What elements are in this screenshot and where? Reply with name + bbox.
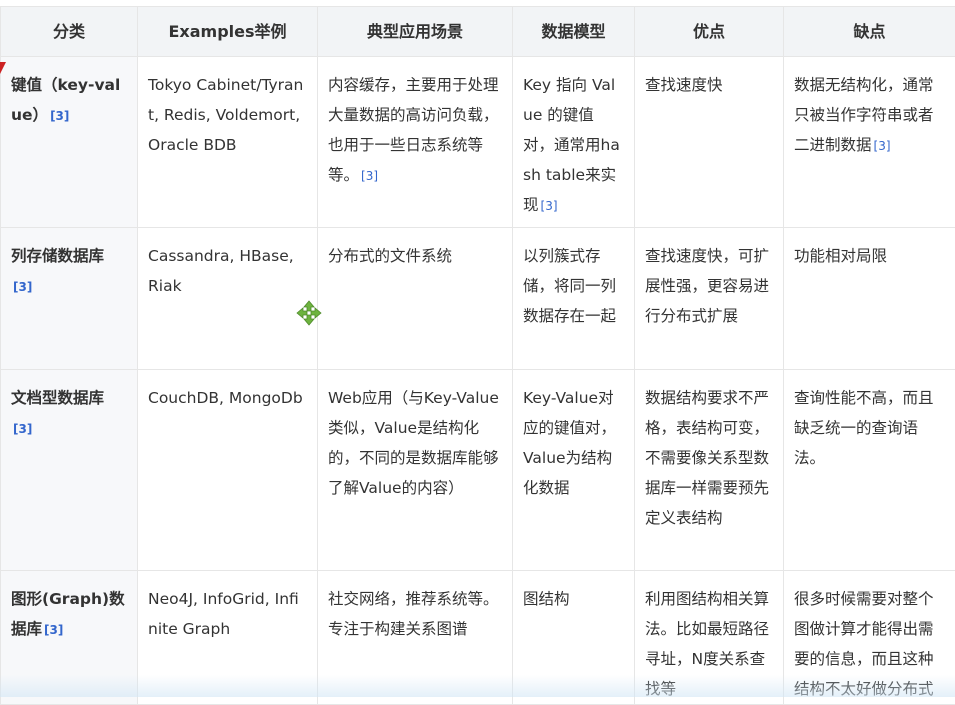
reference-link[interactable]: [3] — [50, 109, 69, 123]
scenario-cell: 内容缓存，主要用于处理大量数据的高访问负载，也用于一些日志系统等等。[3] — [318, 57, 513, 228]
cursor-arrow-icon — [0, 62, 6, 74]
reference-link[interactable]: [3] — [541, 199, 558, 213]
header-cons: 缺点 — [784, 7, 955, 57]
pros-cell: 查找速度快 — [635, 57, 784, 228]
table-row: 列存储数据库 [3] Cassandra, HBase, Riak 分布式的文件系… — [1, 228, 955, 370]
table-row: 键值（key-value）[3] Tokyo Cabinet/Tyrant, R… — [1, 57, 955, 228]
examples-cell: CouchDB, MongoDb — [138, 370, 318, 571]
header-pros: 优点 — [635, 7, 784, 57]
category-text: 文档型数据库 — [11, 389, 104, 407]
data-model-cell: Key 指向 Value 的键值对，通常用hash table来实现[3] — [513, 57, 635, 228]
cons-cell: 查询性能不高，而且缺乏统一的查询语法。 — [784, 370, 955, 571]
category-cell: 键值（key-value）[3] — [1, 57, 138, 228]
table-header-row: 分类 Examples举例 典型应用场景 数据模型 优点 缺点 — [1, 7, 955, 57]
examples-cell: Tokyo Cabinet/Tyrant, Redis, Voldemort, … — [138, 57, 318, 228]
cons-cell: 数据无结构化，通常只被当作字符串或者二进制数据[3] — [784, 57, 955, 228]
cons-cell: 功能相对局限 — [784, 228, 955, 370]
pros-cell: 查找速度快，可扩展性强，更容易进行分布式扩展 — [635, 228, 784, 370]
bottom-fade — [0, 675, 955, 697]
cons-text: 数据无结构化，通常只被当作字符串或者二进制数据 — [794, 76, 934, 154]
data-model-cell: 以列簇式存储，将同一列数据存在一起 — [513, 228, 635, 370]
move-cursor-icon — [296, 300, 322, 326]
scenario-cell: Web应用（与Key-Value类似，Value是结构化的，不同的是数据库能够了… — [318, 370, 513, 571]
reference-link[interactable]: [3] — [13, 280, 32, 294]
scenario-text: 内容缓存，主要用于处理大量数据的高访问负载，也用于一些日志系统等等。 — [328, 76, 499, 184]
header-scenario: 典型应用场景 — [318, 7, 513, 57]
category-cell: 文档型数据库 [3] — [1, 370, 138, 571]
header-category: 分类 — [1, 7, 138, 57]
reference-link[interactable]: [3] — [361, 169, 378, 183]
header-examples: Examples举例 — [138, 7, 318, 57]
reference-link[interactable]: [3] — [874, 139, 891, 153]
reference-link[interactable]: [3] — [13, 422, 32, 436]
reference-link[interactable]: [3] — [44, 623, 63, 637]
pros-cell: 数据结构要求不严格，表结构可变，不需要像关系型数据库一样需要预先定义表结构 — [635, 370, 784, 571]
category-text: 图形(Graph)数据库 — [11, 590, 125, 638]
category-cell: 列存储数据库 [3] — [1, 228, 138, 370]
data-model-text: Key 指向 Value 的键值对，通常用hash table来实现 — [523, 76, 620, 214]
category-text: 列存储数据库 — [11, 247, 104, 265]
header-data-model: 数据模型 — [513, 7, 635, 57]
examples-cell: Cassandra, HBase, Riak — [138, 228, 318, 370]
data-model-cell: Key-Value对应的键值对，Value为结构化数据 — [513, 370, 635, 571]
nosql-comparison-table: 分类 Examples举例 典型应用场景 数据模型 优点 缺点 键值（key-v… — [0, 6, 955, 705]
scenario-cell: 分布式的文件系统 — [318, 228, 513, 370]
table-row: 文档型数据库 [3] CouchDB, MongoDb Web应用（与Key-Va… — [1, 370, 955, 571]
